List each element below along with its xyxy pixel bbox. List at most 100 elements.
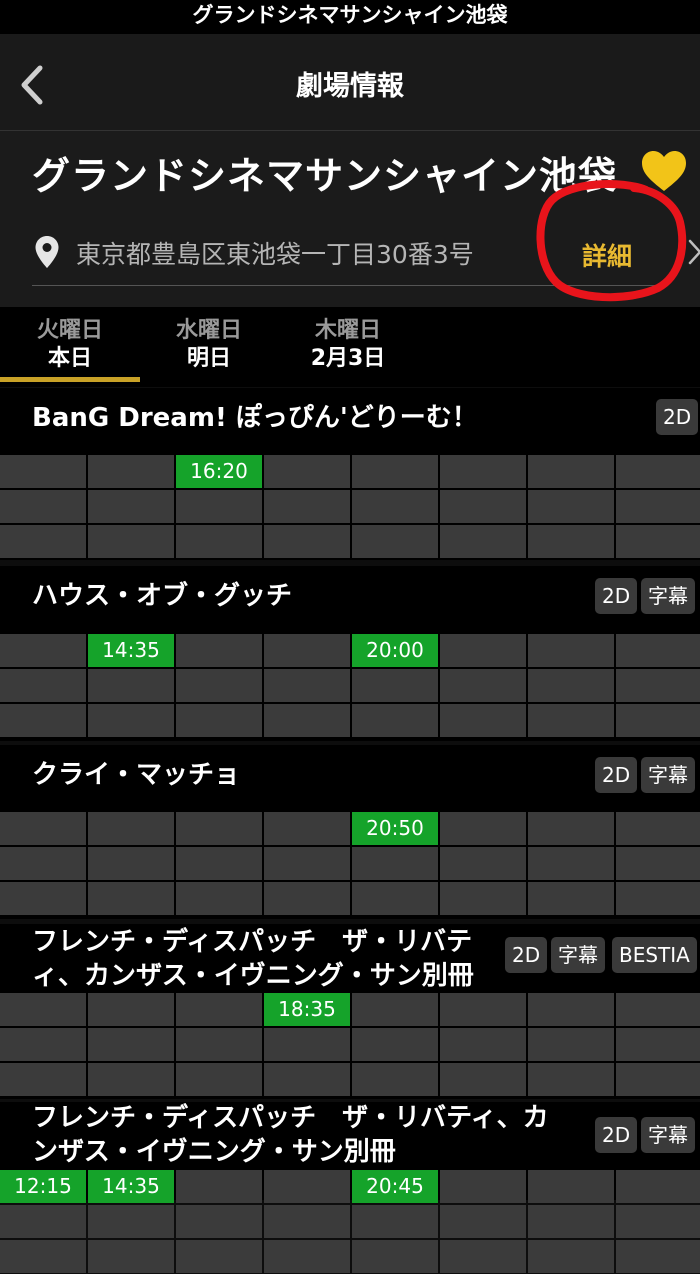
showtime-slot-empty [264,490,350,523]
showtime-button[interactable]: 20:50 [352,812,438,845]
movie-title-line-1: フレンチ・ディスパッチ ザ・リバティ、カ [32,1103,549,1133]
showtime-slot-empty [0,1063,86,1096]
showtime-button[interactable]: 18:35 [264,993,350,1026]
showtime-slot-empty [440,882,526,915]
location-pin-icon [35,236,59,268]
showtime-slot-empty [88,455,174,488]
tab-thursday[interactable]: 木曜日 2月3日 [278,317,418,373]
showtime-slot-empty [0,704,86,737]
format-badge: 2D [656,399,699,435]
showtime-slot-empty [528,1240,614,1273]
showtime-grid: 16:20 [0,455,700,559]
nav-bar: 劇場情報 [0,34,700,131]
showtime-slot-empty [264,847,350,880]
showtime-button[interactable]: 14:35 [88,1170,174,1203]
tab-dow: 水曜日 [175,318,242,343]
showtime-slot-empty [88,669,174,702]
detail-label: 詳細 [582,242,633,271]
showtime-slot-empty [440,704,526,737]
showtime-slot-empty [440,847,526,880]
movie-section: BanG Dream! ぽっぴん'どりーむ！ 2D 16:20 [0,388,700,560]
tab-today[interactable]: 火曜日 本日 [0,317,140,373]
status-bar: グランドシネマサンシャイン池袋 [0,0,700,34]
showtime-slot-empty [88,490,174,523]
showtime-slot-empty [352,490,438,523]
movie-title-line-1: フレンチ・ディスパッチ ザ・リバテ [32,927,473,957]
showtime-slot-empty [352,455,438,488]
showtime-button[interactable]: 12:15 [0,1170,86,1203]
showtime-slot-empty [264,704,350,737]
showtime-slot-empty [528,1028,614,1061]
showtime-slot-empty [616,704,700,737]
showtime-slot-empty [616,1170,700,1203]
showtime-slot-empty [88,812,174,845]
showtime-slot-empty [440,1205,526,1238]
showtime-slot-empty [616,1063,700,1096]
date-tabs: 火曜日 本日 水曜日 明日 木曜日 2月3日 [0,307,700,387]
showtime-slot-empty [176,812,262,845]
format-badge: 2D [505,937,548,973]
showtime-slot-empty [616,812,700,845]
showtime-grid: 18:35 [0,993,700,1097]
showtime-slot-empty [528,1205,614,1238]
showtime-button[interactable]: 14:35 [88,634,174,667]
showtime-slot-empty [264,525,350,558]
showtime-button[interactable]: 16:20 [176,455,262,488]
tab-date: 明日 [186,346,231,371]
page-title: 劇場情報 [296,71,404,102]
showtime-slot-empty [264,669,350,702]
showtime-slot-empty [440,993,526,1026]
showtime-slot-empty [176,525,262,558]
subtitle-badge: 字幕 [641,578,695,614]
showtime-slot-empty [176,669,262,702]
showtime-slot-empty [264,634,350,667]
format-badge: 2D [595,757,638,793]
showtime-slot-empty [352,1240,438,1273]
movie-title-line-2: ィ、カンザス・イヴニング・サン別冊 [32,961,474,991]
showtime-slot-empty [176,1028,262,1061]
showtime-slot-empty [616,455,700,488]
showtime-slot-empty [528,455,614,488]
showtime-slot-empty [352,704,438,737]
showtime-slot-empty [88,1240,174,1273]
tab-tomorrow[interactable]: 水曜日 明日 [139,317,279,373]
status-bar-title: グランドシネマサンシャイン池袋 [192,3,508,27]
subtitle-badge: 字幕 [551,937,605,973]
heart-icon[interactable] [640,149,688,193]
detail-link[interactable]: 詳細 [580,229,700,275]
showtime-slot-empty [0,882,86,915]
theater-header: グランドシネマサンシャイン池袋 東京都豊島区東池袋一丁目30番3号 詳細 [0,131,700,307]
showtime-slot-empty [176,634,262,667]
showtime-slot-empty [264,812,350,845]
showtime-slot-empty [440,1170,526,1203]
showtime-slot-empty [88,993,174,1026]
showtime-slot-empty [176,1170,262,1203]
chevron-right-icon [688,239,700,265]
showtime-slot-empty [176,1205,262,1238]
showtime-slot-empty [264,1063,350,1096]
showtime-slot-empty [0,525,86,558]
showtime-slot-empty [352,1028,438,1061]
showtime-slot-empty [616,634,700,667]
showtime-slot-empty [88,847,174,880]
showtime-slot-empty [528,1170,614,1203]
showtime-button[interactable]: 20:00 [352,634,438,667]
showtime-slot-empty [440,1028,526,1061]
movie-section: ハウス・オブ・グッチ 2D 字幕 14:35 20:00 [0,566,700,741]
showtime-slot-empty [440,490,526,523]
tab-dow: 火曜日 [36,318,103,343]
subtitle-badge: 字幕 [641,757,695,793]
movie-section: フレンチ・ディスパッチ ザ・リバテ ィ、カンザス・イヴニング・サン別冊 2D 字… [0,924,700,1099]
format-badge: 2D [595,1117,638,1153]
showtime-slot-empty [352,847,438,880]
showtime-slot-empty [528,525,614,558]
showtime-slot-empty [176,490,262,523]
showtime-slot-empty [0,847,86,880]
showtime-slot-empty [0,812,86,845]
showtime-slot-empty [352,993,438,1026]
movie-section: フレンチ・ディスパッチ ザ・リバティ、カ ンザス・イヴニング・サン別冊 2D 字… [0,1102,700,1273]
movie-section: クライ・マッチョ 2D 字幕 20:50 [0,745,700,919]
showtime-button[interactable]: 20:45 [352,1170,438,1203]
showtime-slot-empty [88,1205,174,1238]
showtime-slot-empty [352,669,438,702]
